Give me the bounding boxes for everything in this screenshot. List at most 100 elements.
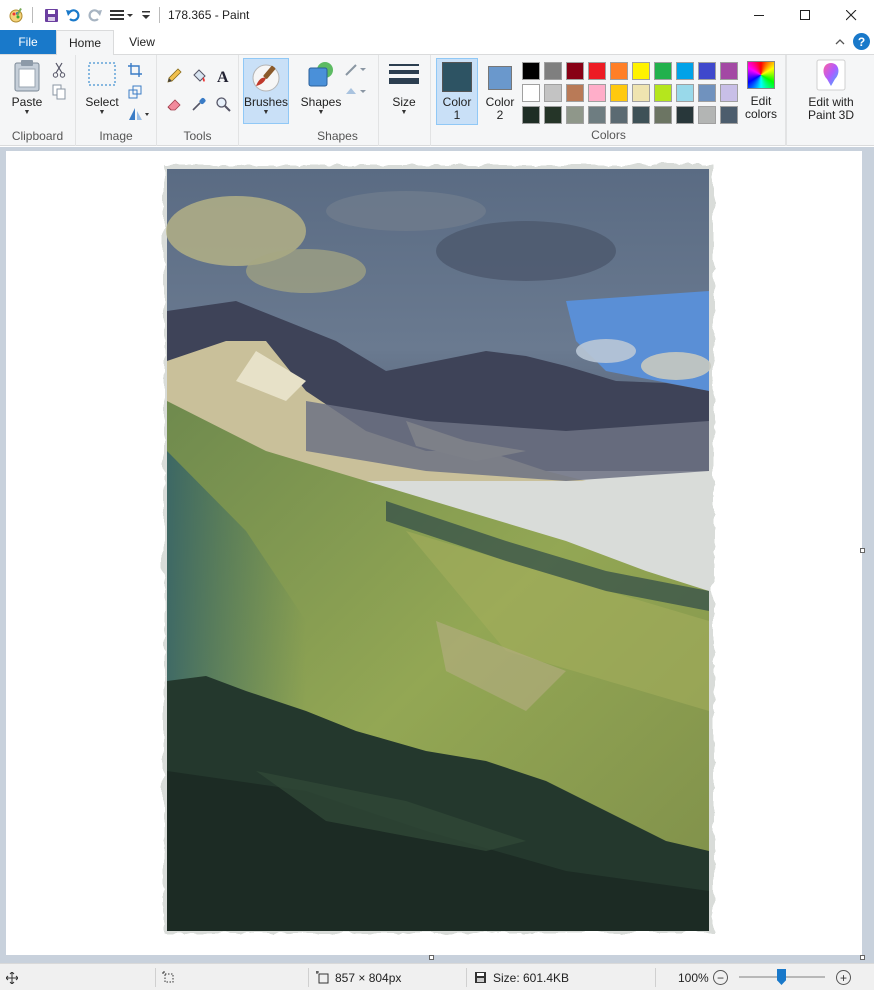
zoom-out-button[interactable]: − [713,970,728,985]
text-icon[interactable]: A [214,67,232,85]
rotate-icon[interactable] [126,105,152,123]
minimize-button[interactable] [736,0,782,30]
shapes-icon [308,62,333,87]
palette-swatch[interactable] [720,62,738,80]
chevron-down-icon: ▼ [262,109,270,116]
color1-label: Color 1 [442,95,472,122]
palette-swatch[interactable] [654,106,672,124]
statusbar-separator [655,968,656,987]
palette-swatch[interactable] [632,84,650,102]
eraser-icon[interactable] [165,95,183,113]
palette-swatch[interactable] [610,62,628,80]
edit-with-paint3d-label: Edit with Paint 3D [807,95,855,122]
palette-swatch[interactable] [698,106,716,124]
shapes-button[interactable]: Shapes ▼ [301,59,341,117]
magnifier-icon[interactable] [214,95,232,113]
palette-swatch[interactable] [632,62,650,80]
palette-swatch[interactable] [610,106,628,124]
palette-swatch[interactable] [588,84,606,102]
crop-icon[interactable] [126,61,144,79]
chevron-down-icon: ▼ [98,109,106,116]
paint-app-icon[interactable] [6,5,26,25]
brushes-group: Brushes ▼ [239,55,297,146]
size-label: Size [392,95,416,109]
help-icon[interactable]: ? [853,33,870,50]
tab-file[interactable]: File [0,30,56,54]
zoom-in-button[interactable]: + [836,970,851,985]
selection-size-icon [162,971,174,983]
palette-swatch[interactable] [522,62,540,80]
palette-swatch[interactable] [522,84,540,102]
resize-icon[interactable] [126,83,144,101]
tab-view[interactable]: View [114,30,170,54]
palette-swatch[interactable] [588,106,606,124]
copy-icon[interactable] [50,83,68,101]
palette-swatch[interactable] [522,106,540,124]
fill-bucket-icon[interactable] [190,67,208,85]
palette-swatch[interactable] [720,84,738,102]
save-icon[interactable] [41,5,61,25]
palette-swatch[interactable] [654,84,672,102]
qat-dropdown-icon[interactable] [139,5,153,25]
color-palette [520,60,740,126]
color2-label: Color 2 [485,95,515,122]
colors-group-label: Colors [591,128,626,142]
svg-text:A: A [217,69,229,84]
color2-button[interactable]: Color 2 [481,62,519,122]
palette-swatch[interactable] [566,84,584,102]
drawing-canvas[interactable] [6,151,862,955]
paste-button[interactable]: Paste ▼ [8,59,46,117]
zoom-slider-thumb[interactable] [777,969,786,985]
palette-swatch[interactable] [654,62,672,80]
file-size: Size: 601.4KB [474,964,569,990]
select-button[interactable]: Select ▼ [82,59,122,117]
brushes-button[interactable]: Brushes ▼ [243,58,289,124]
maximize-button[interactable] [782,0,828,30]
size-button[interactable]: Size ▼ [385,59,423,117]
palette-swatch[interactable] [566,106,584,124]
palette-swatch[interactable] [698,84,716,102]
edit-colors-button[interactable]: Edit colors [740,61,782,121]
palette-swatch[interactable] [544,84,562,102]
file-size-text: Size: 601.4KB [493,970,570,985]
palette-swatch[interactable] [720,106,738,124]
tab-home[interactable]: Home [56,30,114,55]
shapes-label: Shapes [300,95,342,109]
edit-with-paint3d-button[interactable]: Edit with Paint 3D [793,59,869,122]
palette-swatch[interactable] [544,106,562,124]
collapse-ribbon-icon[interactable] [835,35,845,49]
palette-swatch[interactable] [698,62,716,80]
redo-icon[interactable] [85,5,105,25]
canvas-resize-handle-bottom[interactable] [429,955,434,960]
palette-swatch[interactable] [610,84,628,102]
customize-qat-icon[interactable] [107,5,137,25]
fill-icon[interactable] [343,83,369,101]
canvas-resize-handle-right[interactable] [860,548,865,553]
outline-icon[interactable] [343,61,369,79]
canvas-resize-handle-corner[interactable] [860,955,865,960]
close-button[interactable] [828,0,874,30]
paint3d-group: Edit with Paint 3D [786,55,874,146]
palette-swatch[interactable] [588,62,606,80]
palette-swatch[interactable] [544,62,562,80]
palette-swatch[interactable] [676,84,694,102]
pencil-icon[interactable] [165,67,183,85]
palette-swatch[interactable] [676,106,694,124]
palette-swatch[interactable] [566,62,584,80]
clipboard-group: Paste ▼ Clipboard [0,55,76,146]
cursor-position-icon [6,971,18,984]
palette-swatch[interactable] [632,106,650,124]
tools-group-label: Tools [183,129,212,143]
color-picker-icon[interactable] [190,95,208,113]
palette-swatch[interactable] [676,62,694,80]
qat-separator [159,7,160,23]
undo-icon[interactable] [63,5,83,25]
edit-colors-icon [747,61,775,89]
size-group: Size ▼ [379,55,431,146]
canvas-workarea[interactable] [0,147,874,963]
cut-icon[interactable] [50,61,68,79]
tabs-right-controls: ? [835,33,870,50]
landscape-painting[interactable] [6,151,862,955]
color2-swatch [488,66,512,90]
color1-button[interactable]: Color 1 [436,58,478,125]
